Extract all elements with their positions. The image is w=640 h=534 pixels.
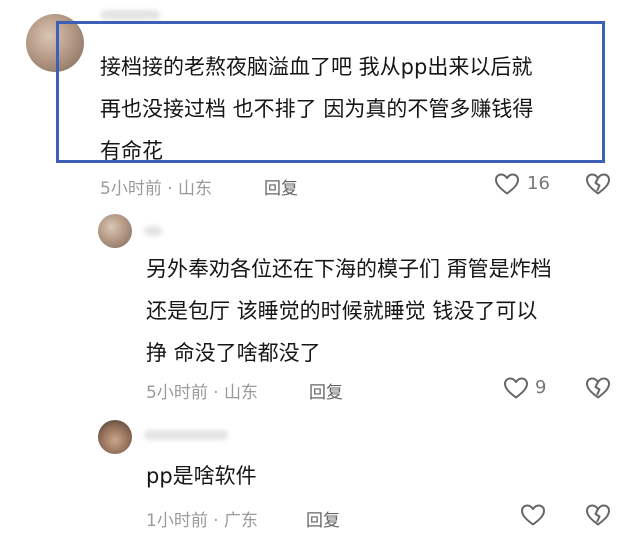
username-blurred bbox=[144, 226, 162, 236]
like-button[interactable] bbox=[520, 503, 546, 527]
heart-icon bbox=[495, 173, 519, 195]
comment-time-location: 5小时前 · 山东 bbox=[146, 383, 259, 403]
reply-button[interactable]: 回复 bbox=[264, 174, 298, 199]
dislike-heart-icon bbox=[586, 377, 610, 399]
dislike-button[interactable] bbox=[585, 503, 611, 527]
comment-time-location: 1小时前 · 广东 bbox=[146, 511, 259, 531]
dislike-heart-icon bbox=[586, 173, 610, 195]
comment-text: 接档接的老熬夜脑溢血了吧 我从pp出来以后就 再也没接过档 也不排了 因为真的不… bbox=[100, 46, 533, 172]
dislike-button[interactable] bbox=[585, 172, 611, 196]
dislike-heart-icon bbox=[586, 504, 610, 526]
avatar[interactable] bbox=[98, 420, 132, 454]
comment-line: 另外奉劝各位还在下海的模子们 甭管是炸档 bbox=[146, 257, 552, 281]
comment-time-location: 5小时前 · 山东 bbox=[100, 179, 213, 199]
heart-icon bbox=[504, 377, 528, 399]
comment-line: pp是啥软件 bbox=[146, 464, 257, 488]
username-blurred bbox=[144, 430, 228, 440]
like-count: 16 bbox=[527, 173, 550, 194]
comment-line: 再也没接过档 也不排了 因为真的不管多赚钱得 bbox=[100, 97, 534, 121]
comment-text: pp是啥软件 bbox=[146, 455, 257, 497]
reply-button[interactable]: 回复 bbox=[309, 378, 343, 403]
comment-line: 挣 命没了啥都没了 bbox=[146, 341, 321, 365]
avatar[interactable] bbox=[98, 214, 132, 248]
comment-line: 有命花 bbox=[100, 139, 163, 163]
comment-line: 还是包厅 该睡觉的时候就睡觉 钱没了可以 bbox=[146, 299, 538, 323]
like-button[interactable] bbox=[503, 376, 529, 400]
like-button[interactable] bbox=[494, 172, 520, 196]
comment-line: 接档接的老熬夜脑溢血了吧 我从pp出来以后就 bbox=[100, 55, 533, 79]
like-count: 9 bbox=[535, 377, 547, 398]
reply-button[interactable]: 回复 bbox=[306, 506, 340, 531]
username-blurred bbox=[100, 10, 160, 20]
heart-icon bbox=[521, 504, 545, 526]
dislike-button[interactable] bbox=[585, 376, 611, 400]
comment-text: 另外奉劝各位还在下海的模子们 甭管是炸档 还是包厅 该睡觉的时候就睡觉 钱没了可… bbox=[146, 248, 552, 374]
